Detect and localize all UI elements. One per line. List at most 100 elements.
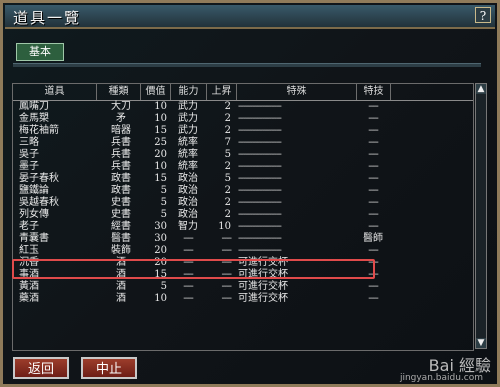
table-cell: 統率 <box>178 161 198 172</box>
table-cell: 25 <box>154 137 167 148</box>
table-cell: 史書 <box>111 197 131 208</box>
table-row[interactable]: 紅玉 裝飾 20 ---- ---- ------------------ ---- <box>13 245 473 257</box>
item-list-window: 道具一覽 ? 基本 道具 種類 價值 能力 上昇 特殊 特技 鳳嘴刀 大刀 10 武力… <box>0 0 500 387</box>
table-row[interactable]: 藥酒 酒 10 ---- ---- 可進行交杯 ---- <box>13 293 473 305</box>
table-cell: ------------------ <box>238 113 282 124</box>
table-cell: 20 <box>154 245 167 256</box>
table-cell: ---- <box>221 233 232 244</box>
table-row[interactable]: 金馬槊矛 10 武力 2 ------------------ ---- <box>13 113 473 125</box>
table-row[interactable]: 吳越春秋 史書 5 政治 2 ------------------ ---- <box>13 197 473 209</box>
tab-basic[interactable]: 基本 <box>16 43 64 61</box>
table-row[interactable]: 青囊書 醫書 30 ---- ---- ------------------ 醫師 <box>13 233 473 245</box>
table-cell: ---- <box>368 245 379 256</box>
table-cell: 5 <box>160 209 167 220</box>
table-cell: 黃酒 <box>19 281 39 292</box>
table-cell: 武力 <box>178 113 198 124</box>
header-special[interactable]: 特殊 <box>237 84 357 100</box>
table-cell: ---- <box>221 281 232 292</box>
table-cell: 事酒 <box>19 269 39 280</box>
table-cell: 藥酒 <box>19 293 39 304</box>
table-cell: 5 <box>224 173 231 184</box>
table-cell: 大刀 <box>111 101 131 112</box>
table-cell: ------------------ <box>238 173 282 184</box>
table-cell: ---- <box>183 233 194 244</box>
table-row[interactable]: 鹽鐵論 政書 5 政治 2 ------------------ ---- <box>13 185 473 197</box>
table-cell: 10 <box>154 161 167 172</box>
header-type[interactable]: 種類 <box>97 84 141 100</box>
table-cell: ---- <box>368 113 379 124</box>
back-button[interactable]: 返回 <box>13 357 69 379</box>
table-cell: 酒 <box>116 293 126 304</box>
header-item[interactable]: 道具 <box>13 84 97 100</box>
table-cell: 暗器 <box>111 125 131 136</box>
table-cell: 2 <box>224 197 231 208</box>
table-cell: 酒 <box>116 281 126 292</box>
table-row[interactable]: 梅花袖箭 暗器 15 武力 2 ------------------ ---- <box>13 125 473 137</box>
tab-divider <box>13 63 481 67</box>
table-cell: 智力 <box>178 221 198 232</box>
table-row[interactable]: 鳳嘴刀 大刀 10 武力 2 ------------------ ---- <box>13 101 473 113</box>
table-cell: 可進行交杯 <box>238 293 288 304</box>
table-cell: ---- <box>221 245 232 256</box>
table-cell: 老子 <box>19 221 39 232</box>
table-cell: ---- <box>183 293 194 304</box>
table-cell: 裝飾 <box>111 245 131 256</box>
table-scrollbar[interactable]: ▲ ▼ <box>475 83 487 349</box>
table-row[interactable]: 事酒 酒 15 ---- ---- 可進行交杯 ---- <box>13 269 473 281</box>
table-cell: 兵書 <box>111 161 131 172</box>
table-cell: ------------------ <box>238 245 282 256</box>
table-cell: ------------------ <box>238 161 282 172</box>
table-cell: ------------------ <box>238 149 282 160</box>
table-cell: 吳越春秋 <box>19 197 59 208</box>
table-cell: ---- <box>368 209 379 220</box>
table-cell: 史書 <box>111 209 131 220</box>
table-cell: 武力 <box>178 125 198 136</box>
header-increase[interactable]: 上昇 <box>207 84 237 100</box>
table-cell: 武力 <box>178 101 198 112</box>
table-cell: 晏子春秋 <box>19 173 59 184</box>
header-value[interactable]: 價值 <box>141 84 171 100</box>
table-cell: 醫師 <box>363 233 383 244</box>
scroll-down-icon[interactable]: ▼ <box>476 338 486 348</box>
table-cell: ---- <box>221 293 232 304</box>
table-cell: 可進行交杯 <box>238 257 288 268</box>
table-cell: 10 <box>154 293 167 304</box>
table-cell: 2 <box>224 113 231 124</box>
table-cell: ------------------ <box>238 209 282 220</box>
table-cell: 5 <box>160 197 167 208</box>
table-row[interactable]: 老子 經書 30 智力 10 ------------------ ---- <box>13 221 473 233</box>
table-cell: 20 <box>154 149 167 160</box>
help-icon[interactable]: ? <box>475 7 491 23</box>
table-cell: ------------------ <box>238 197 282 208</box>
table-row[interactable]: 晏子春秋 政書 15 政治 5 ------------------ ---- <box>13 173 473 185</box>
stop-button[interactable]: 中止 <box>81 357 137 379</box>
table-cell: 5 <box>224 149 231 160</box>
table-cell: 2 <box>224 125 231 136</box>
table-row[interactable]: 吳子 兵書 20 統率 5 ------------------ ---- <box>13 149 473 161</box>
table-cell: ---- <box>368 221 379 232</box>
table-cell: ------------------ <box>238 185 282 196</box>
table-cell: 2 <box>224 101 231 112</box>
table-cell: ------------------ <box>238 221 282 232</box>
table-cell: 金馬槊 <box>19 113 49 124</box>
table-row[interactable]: 黃酒 酒 5 ---- ---- 可進行交杯 ---- <box>13 281 473 293</box>
table-cell: 2 <box>224 209 231 220</box>
table-cell: ------------------ <box>238 101 282 112</box>
table-row[interactable]: 墨子 兵書 10 統率 2 ------------------ ---- <box>13 161 473 173</box>
header-ability[interactable]: 能力 <box>171 84 207 100</box>
table-row[interactable]: 列女傳 史書 5 政治 2 ------------------ ---- <box>13 209 473 221</box>
table-row[interactable]: 沉香 酒 20 ---- ---- 可進行交杯 ---- <box>13 257 473 269</box>
header-skill[interactable]: 特技 <box>357 84 391 100</box>
items-table: 道具 種類 價值 能力 上昇 特殊 特技 鳳嘴刀 大刀 10 武力 2 ---------… <box>12 83 474 351</box>
table-cell: ---- <box>368 269 379 280</box>
table-cell: 兵書 <box>111 149 131 160</box>
table-row[interactable]: 三略 兵書 25 統率 7 ------------------ ---- <box>13 137 473 149</box>
table-cell: 7 <box>224 137 231 148</box>
table-cell: ---- <box>368 161 379 172</box>
table-cell: 政治 <box>178 173 198 184</box>
table-cell: ---- <box>368 257 379 268</box>
table-cell: 30 <box>154 233 167 244</box>
table-cell: 統率 <box>178 149 198 160</box>
scroll-up-icon[interactable]: ▲ <box>476 84 486 94</box>
table-cell: ---- <box>368 137 379 148</box>
